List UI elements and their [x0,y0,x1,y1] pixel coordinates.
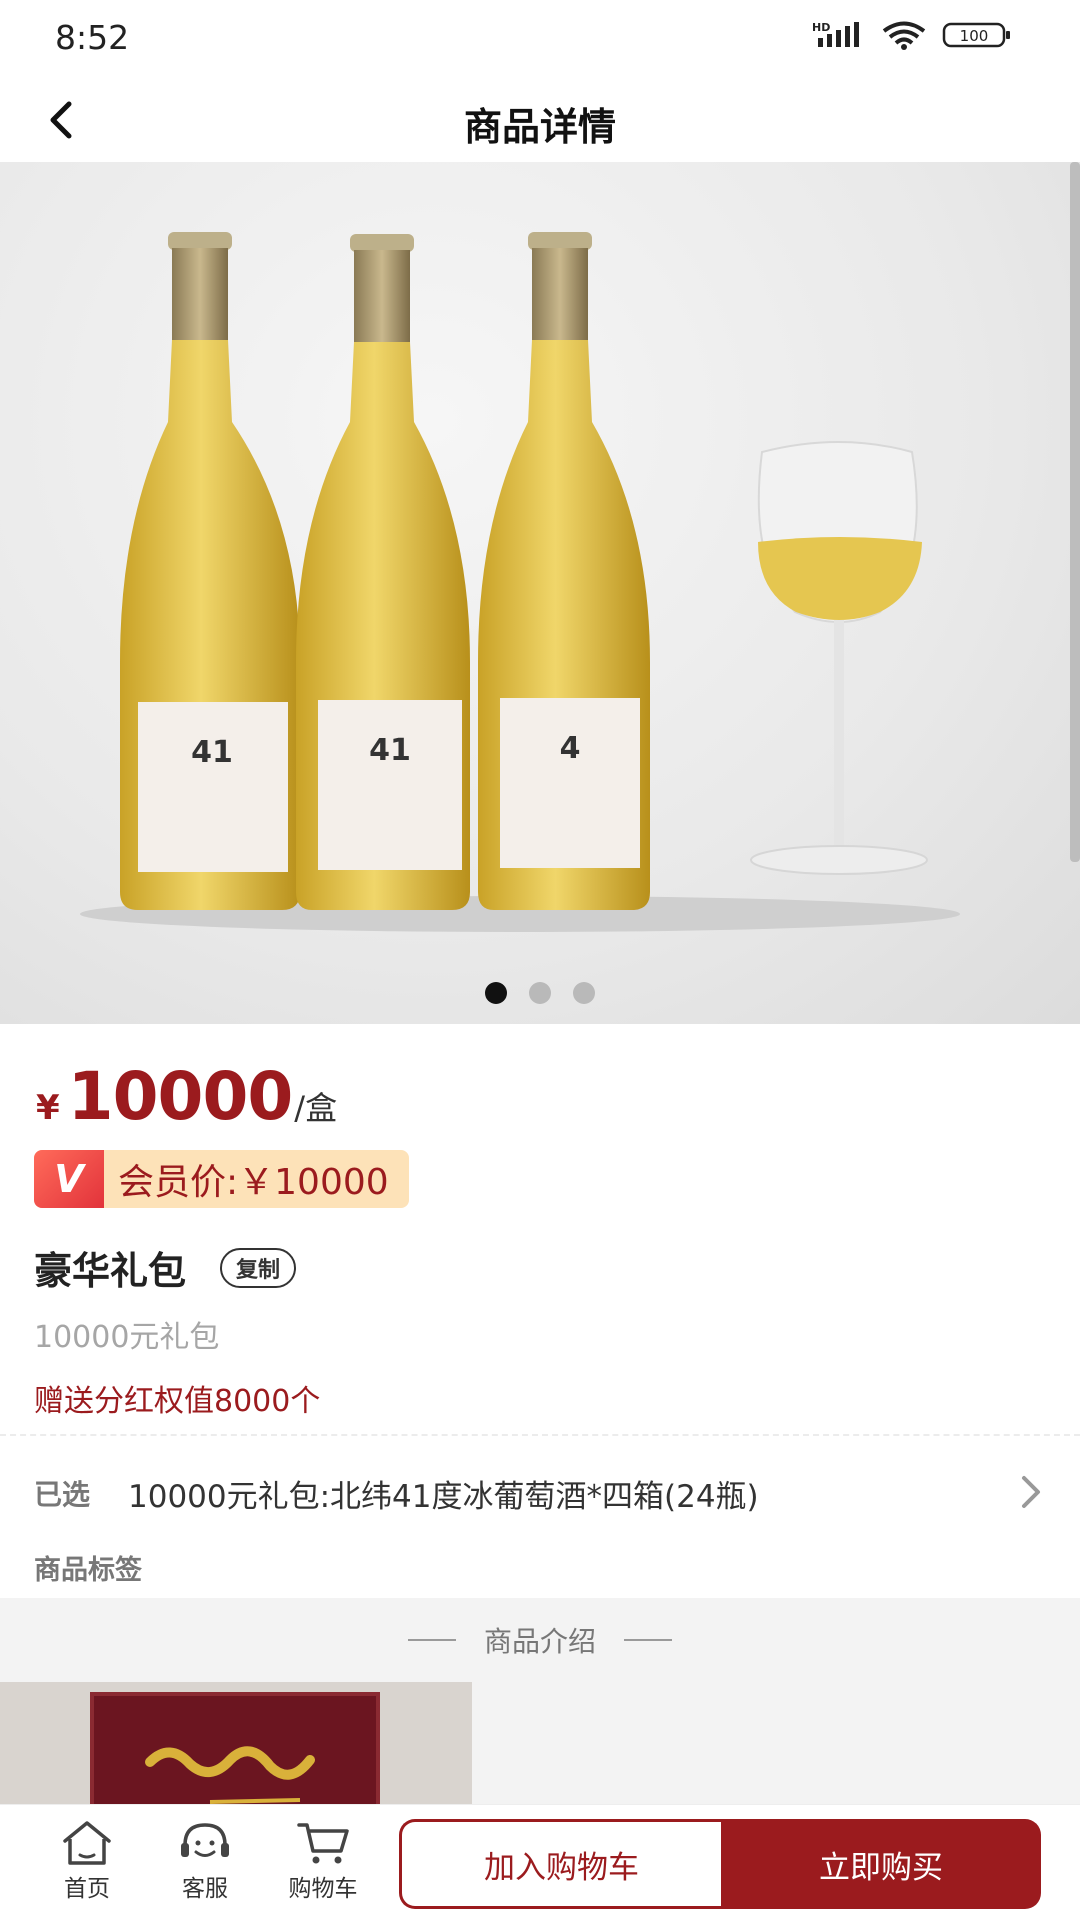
nav-bar: 商品详情 [0,78,1080,162]
bottle-1: 41 [120,232,300,910]
selected-label: 已选 [34,1478,91,1511]
tab-home[interactable]: 首页 [32,1819,142,1903]
copy-button[interactable]: 复制 [220,1247,297,1288]
home-icon [63,1821,111,1865]
bottle-2: 41 [296,234,470,910]
wifi-icon [880,20,928,50]
product-title-row: 豪华礼包 复制 [34,1240,297,1295]
intro-line-left [407,1639,456,1641]
bottom-action-bar: 首页 客服 购物车 加入购物车 立即购买 [0,1804,1080,1920]
tab-customer-service-label: 客服 [182,1876,228,1902]
tab-customer-service[interactable]: 客服 [150,1819,260,1903]
svg-text:41: 41 [191,735,233,770]
hd-label: HD [812,21,830,34]
battery-level: 100 [960,27,989,45]
svg-text:41: 41 [369,733,411,768]
status-time: 8:52 [55,18,130,57]
price-value: 10000 [67,1058,294,1135]
carousel-dot-2[interactable] [529,982,551,1004]
status-icons: HD 100 [812,20,1012,50]
wine-glass [750,441,928,875]
buy-now-button[interactable]: 立即购买 [721,1819,1041,1909]
product-image: 41 41 4 [80,232,960,932]
selected-spec-row[interactable]: 已选 10000元礼包:北纬41度冰葡萄酒*四箱(24瓶) [34,1468,1044,1518]
carousel-dot-3[interactable] [573,982,595,1004]
add-to-cart-button[interactable]: 加入购物车 [399,1819,721,1909]
page-title: 商品详情 [463,105,616,149]
bonus-text: 赠送分红权值8000个 [34,1384,321,1419]
carousel-dots [0,982,1080,1004]
member-price-badge: V 会员价:￥10000 [34,1150,409,1208]
cart-icon [297,1823,349,1864]
divider [0,1434,1080,1436]
product-subtitle: 10000元礼包 [34,1320,220,1355]
price: ¥ 10000 /盒 [36,1058,337,1135]
tab-cart-label: 购物车 [288,1876,358,1902]
member-price-text: 会员价:￥10000 [118,1162,389,1203]
svg-text:4: 4 [560,731,581,766]
intro-header: 商品介绍 [0,1620,1080,1660]
signal-icon: HD [812,20,866,50]
product-title: 豪华礼包 [34,1249,187,1293]
bottle-3: 4 [478,232,650,910]
product-intro-section: 商品介绍 [0,1598,1080,1830]
customer-service-icon [181,1823,229,1857]
price-symbol: ¥ [36,1088,60,1128]
selected-value: 10000元礼包:北纬41度冰葡萄酒*四箱(24瓶) [128,1478,759,1515]
tab-home-label: 首页 [64,1876,110,1902]
vip-icon: V [34,1150,104,1208]
carousel-dot-1[interactable] [485,982,507,1004]
product-image-carousel[interactable]: 41 41 4 [0,162,1080,1024]
price-unit: /盒 [294,1089,338,1127]
tab-cart[interactable]: 购物车 [268,1819,378,1903]
intro-heading: 商品介绍 [483,1625,596,1658]
chevron-right-icon [1022,1476,1040,1508]
status-bar: 8:52 HD 100 [0,0,1080,78]
scrollbar[interactable] [1070,162,1080,862]
battery-icon: 100 [942,20,1012,50]
product-tags-label: 商品标签 [34,1555,142,1586]
intro-line-right [624,1639,672,1641]
